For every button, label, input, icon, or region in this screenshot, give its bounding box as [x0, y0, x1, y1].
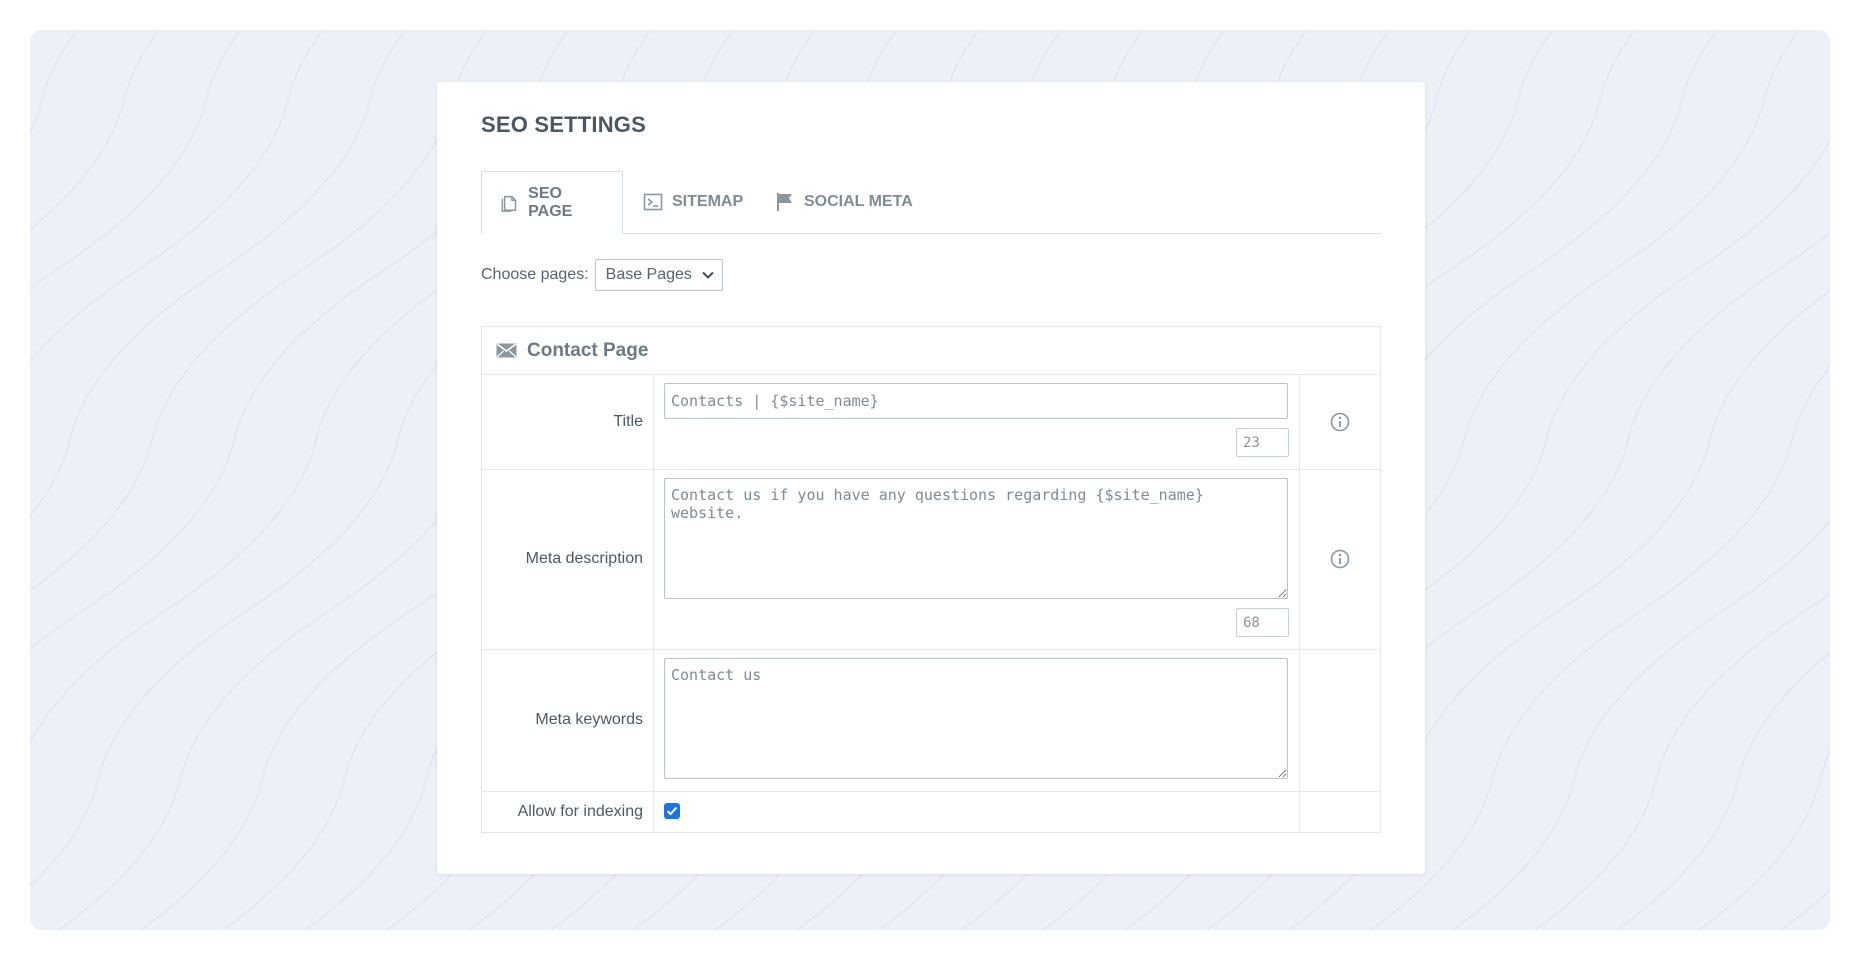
chooser-label: Choose pages:: [481, 266, 589, 283]
title-label: Title: [482, 374, 654, 469]
tab-social-meta[interactable]: SOCIAL META: [775, 171, 913, 233]
copy-pages-icon: [501, 195, 517, 212]
meta-description-help-cell: [1300, 469, 1380, 649]
contact-page-panel: Contact Page Title Contacts | {$site_nam…: [481, 326, 1381, 833]
chevron-down-icon: [702, 271, 714, 279]
tab-label: SITEMAP: [672, 193, 744, 210]
panel-title: Contact Page: [527, 339, 649, 361]
envelope-icon: [496, 343, 517, 358]
tab-bar: SEO PAGE SITEMAP SOCIAL META: [481, 171, 1381, 234]
meta-description-textarea[interactable]: Contact us if you have any questions reg…: [664, 478, 1288, 599]
meta-keywords-row: Meta keywords Contact us: [482, 649, 1380, 792]
meta-keywords-field-cell: Contact us: [654, 649, 1300, 791]
allow-indexing-checkbox[interactable]: [664, 803, 680, 819]
meta-description-field-cell: Contact us if you have any questions reg…: [654, 469, 1300, 649]
meta-description-label: Meta description: [482, 469, 654, 649]
meta-keywords-help-cell: [1300, 649, 1380, 791]
wave-line: [1451, 519, 1830, 930]
tab-label: SEO PAGE: [528, 184, 573, 220]
wave-line: [1533, 592, 1830, 930]
wave-line: [30, 30, 243, 289]
tab-label: SOCIAL META: [804, 193, 913, 210]
title-input[interactable]: [664, 383, 1288, 419]
allow-indexing-row: Allow for indexing: [482, 791, 1380, 832]
meta-keywords-textarea[interactable]: Contact us: [664, 658, 1288, 779]
tab-seo-page[interactable]: SEO PAGE: [481, 171, 623, 234]
wave-line: [30, 30, 161, 231]
title-help-cell: [1300, 374, 1380, 469]
title-char-counter: [1236, 428, 1289, 457]
checkmark-icon: [666, 806, 678, 816]
pages-select[interactable]: Base Pages: [594, 259, 723, 291]
sitemap-icon: [643, 193, 663, 211]
page-background: SEO SETTINGS SEO PAGE SITEMAP SOCIAL MET…: [30, 30, 1830, 930]
allow-indexing-label: Allow for indexing: [482, 791, 654, 832]
seo-settings-card: SEO SETTINGS SEO PAGE SITEMAP SOCIAL MET…: [437, 82, 1425, 874]
page-chooser: Choose pages: Base Pages: [481, 258, 723, 292]
page-title: SEO SETTINGS: [481, 112, 646, 137]
flag-icon: [777, 193, 792, 211]
pages-select-value: Base Pages: [605, 266, 692, 283]
meta-keywords-label: Meta keywords: [482, 649, 654, 791]
panel-header: Contact Page: [482, 327, 1380, 375]
allow-indexing-help-cell: [1300, 791, 1380, 832]
meta-description-row: Meta description Contact us if you have …: [482, 469, 1380, 650]
allow-indexing-field-cell: [654, 791, 1300, 832]
tab-sitemap[interactable]: SITEMAP: [643, 171, 743, 233]
wave-line: [1615, 651, 1830, 930]
wave-line: [1779, 889, 1830, 930]
info-icon[interactable]: [1330, 549, 1350, 569]
title-field-cell: [654, 374, 1300, 469]
meta-description-char-counter: [1236, 608, 1289, 637]
wave-line: [30, 30, 325, 363]
wave-line: [30, 30, 110, 930]
title-row: Title: [482, 374, 1380, 470]
info-icon[interactable]: [1330, 412, 1350, 432]
